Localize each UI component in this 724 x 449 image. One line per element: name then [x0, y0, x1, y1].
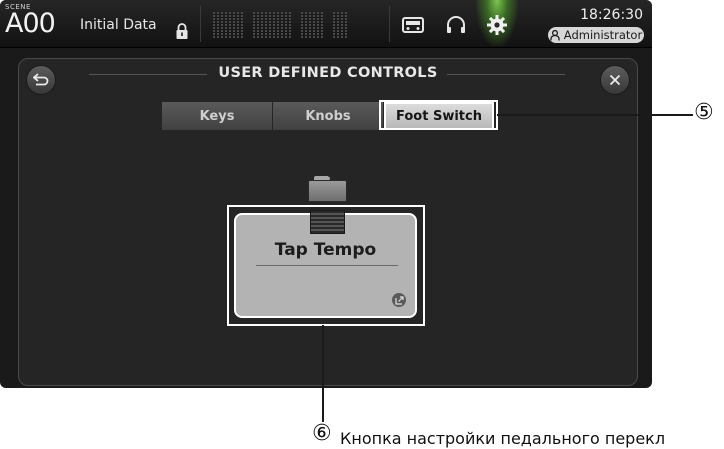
scene-number[interactable]: A00 [5, 8, 56, 39]
level-meters[interactable] [213, 12, 380, 38]
dialog-title: USER DEFINED CONTROLS [218, 65, 438, 81]
meter-group [301, 12, 323, 38]
meter-group [253, 12, 291, 38]
callout-leader-6 [322, 325, 324, 422]
title-rule [447, 74, 565, 75]
callout-marker-5: ⑤ [694, 100, 714, 125]
callout-marker-6: ⑥ [312, 421, 332, 446]
scene-name[interactable]: Initial Data [80, 17, 157, 33]
callout-frame-6 [227, 205, 425, 326]
close-button[interactable] [600, 65, 630, 95]
foot-pedal-icon [308, 180, 347, 202]
callout-frame-5 [379, 100, 498, 130]
recorder-icon[interactable] [401, 14, 425, 36]
user-icon [550, 29, 560, 40]
top-bar: SCENE A00 Initial Data 18:26:30 Administ… [0, 0, 652, 48]
callout-leader-5 [497, 114, 693, 116]
headphone-icon[interactable] [444, 14, 468, 36]
lock-icon[interactable] [175, 22, 189, 40]
user-name: Administrator [563, 28, 643, 42]
callout-caption-6: Кнопка настройки педального перекл [340, 429, 666, 448]
clock: 18:26:30 [580, 7, 643, 23]
user-badge[interactable]: Administrator [548, 27, 644, 43]
device-screen: SCENE A00 Initial Data 18:26:30 Administ… [0, 0, 652, 388]
meter-group [213, 12, 243, 38]
meter-group [333, 12, 347, 38]
tab-knobs[interactable]: Knobs [273, 102, 383, 130]
divider [389, 6, 390, 42]
divider [200, 6, 201, 42]
tab-keys[interactable]: Keys [162, 102, 272, 130]
close-icon [609, 74, 621, 86]
gear-icon[interactable] [485, 14, 509, 36]
